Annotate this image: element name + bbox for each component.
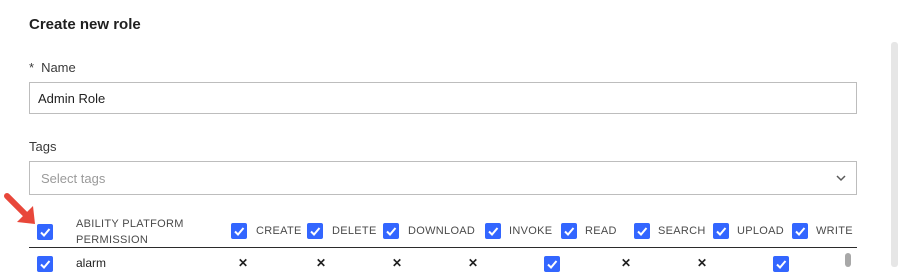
column-label-write: WRITE <box>816 225 853 237</box>
column-label-search: SEARCH <box>658 225 706 237</box>
tags-field-label: Tags <box>29 139 57 154</box>
name-input[interactable] <box>29 82 857 114</box>
x-mark-icon[interactable]: ✕ <box>468 256 478 270</box>
column-label-read: READ <box>585 225 617 237</box>
check-icon <box>564 227 575 236</box>
table-header-divider <box>29 247 857 248</box>
check-icon <box>547 260 558 269</box>
permission-header-line1: ABILITY PLATFORM <box>76 218 184 230</box>
column-checkbox-write[interactable] <box>792 223 808 239</box>
column-checkbox-read[interactable] <box>561 223 577 239</box>
dialog-scrollbar[interactable] <box>891 42 898 267</box>
x-mark-icon[interactable]: ✕ <box>316 256 326 270</box>
column-label-delete: DELETE <box>332 225 377 237</box>
check-icon <box>40 260 51 269</box>
check-icon <box>795 227 806 236</box>
x-mark-icon[interactable]: ✕ <box>621 256 631 270</box>
row-label-alarm: alarm <box>76 256 107 270</box>
check-icon <box>716 227 727 236</box>
check-icon <box>776 260 787 269</box>
x-mark-icon[interactable]: ✕ <box>238 256 248 270</box>
x-mark-icon[interactable]: ✕ <box>697 256 707 270</box>
column-checkbox-invoke[interactable] <box>485 223 501 239</box>
column-label-invoke: INVOKE <box>509 225 553 237</box>
cell-checkbox-alarm-write[interactable] <box>773 256 789 272</box>
required-marker: * <box>29 60 35 75</box>
x-mark-icon[interactable]: ✕ <box>392 256 402 270</box>
column-checkbox-download[interactable] <box>383 223 399 239</box>
column-checkbox-delete[interactable] <box>307 223 323 239</box>
name-label-text: Name <box>41 60 76 75</box>
check-icon <box>40 228 51 237</box>
check-icon <box>488 227 499 236</box>
check-icon <box>386 227 397 236</box>
check-icon <box>234 227 245 236</box>
tags-select[interactable]: Select tags <box>29 161 857 195</box>
row-checkbox-alarm[interactable] <box>37 256 53 272</box>
dialog-title: Create new role <box>29 16 141 33</box>
chevron-down-icon <box>836 175 846 182</box>
column-label-download: DOWNLOAD <box>408 225 476 237</box>
cell-checkbox-alarm-read[interactable] <box>544 256 560 272</box>
check-icon <box>637 227 648 236</box>
check-icon <box>310 227 321 236</box>
red-arrow-icon <box>4 193 35 224</box>
column-checkbox-search[interactable] <box>634 223 650 239</box>
name-field-label: * Name <box>29 60 76 75</box>
column-label-create: CREATE <box>256 225 302 237</box>
column-checkbox-upload[interactable] <box>713 223 729 239</box>
tags-placeholder: Select tags <box>41 171 106 186</box>
column-checkbox-create[interactable] <box>231 223 247 239</box>
table-scrollbar-thumb[interactable] <box>845 253 851 267</box>
column-label-upload: UPLOAD <box>737 225 785 237</box>
permission-header-line2: PERMISSION <box>76 234 149 246</box>
select-all-checkbox[interactable] <box>37 224 53 240</box>
